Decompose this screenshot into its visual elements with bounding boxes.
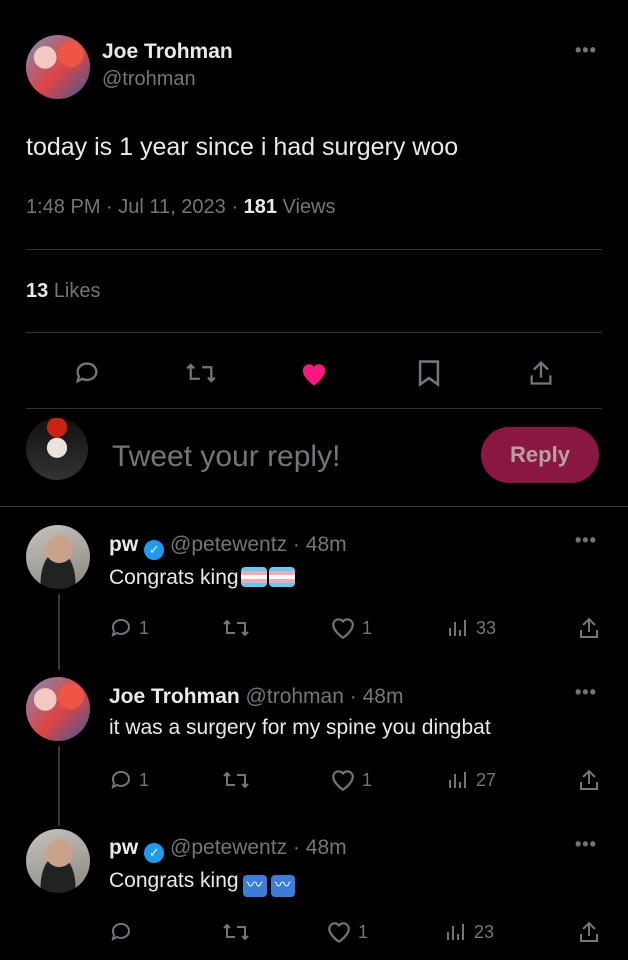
views-count-value: 33	[476, 617, 497, 638]
views-icon	[449, 620, 466, 636]
views-count: 181	[243, 196, 277, 218]
tweet-time[interactable]: 1:48 PM	[26, 196, 100, 218]
share-icon[interactable]	[524, 356, 558, 390]
retweet-icon	[223, 923, 249, 941]
views-count-value: 23	[474, 921, 495, 942]
reply-age[interactable]: 48m	[306, 533, 347, 556]
reply-author-name[interactable]: pw	[109, 836, 138, 859]
like-count-value: 1	[358, 921, 369, 942]
reply-icon[interactable]	[70, 356, 104, 390]
reply-header: pw ✓ @petewentz · 48m	[109, 533, 347, 560]
tweet-date[interactable]: Jul 11, 2023	[118, 196, 226, 218]
share-icon[interactable]	[575, 614, 603, 642]
verified-icon: ✓	[144, 843, 165, 863]
reply-icon	[111, 770, 130, 789]
trans-flag-emoji	[240, 567, 267, 587]
views-count[interactable]: 33	[446, 616, 496, 640]
reply-input[interactable]: Tweet your reply!	[112, 440, 462, 474]
reply-icon	[111, 618, 130, 637]
reply-count[interactable]	[109, 920, 133, 944]
views-count[interactable]: 27	[446, 768, 496, 792]
like-count-value: 1	[362, 617, 373, 638]
reply-header: pw ✓ @petewentz · 48m	[109, 836, 347, 863]
reply-text-content: Congrats king	[109, 869, 239, 892]
like-icon	[328, 922, 350, 944]
reply-author-name[interactable]: Joe Trohman	[109, 685, 240, 708]
like-count-value: 1	[362, 769, 373, 790]
more-icon[interactable]: •••	[575, 530, 597, 551]
reply-age[interactable]: 48m	[363, 685, 404, 708]
like-icon	[332, 770, 354, 792]
more-icon[interactable]: •••	[575, 682, 597, 703]
reply-icon	[111, 922, 130, 941]
bookmark-icon[interactable]	[412, 356, 446, 390]
more-icon[interactable]: •••	[575, 834, 597, 855]
like-icon	[332, 618, 354, 640]
likes-summary[interactable]: 13 Likes	[26, 280, 101, 303]
divider	[26, 408, 602, 409]
views-icon	[449, 772, 466, 788]
meta-separator: ·	[106, 196, 113, 218]
views-icon	[447, 924, 464, 940]
reply-text: Congrats king	[109, 566, 295, 590]
meta-separator: ·	[292, 533, 300, 556]
meta-separator: ·	[349, 685, 357, 708]
thread-line	[58, 594, 60, 670]
more-icon[interactable]: •••	[575, 40, 597, 61]
reply-button[interactable]: Reply	[481, 427, 599, 483]
views-label: Views	[282, 196, 336, 218]
share-icon[interactable]	[575, 918, 603, 946]
reply-author-handle[interactable]: @petewentz	[170, 836, 287, 859]
reply-author-name[interactable]: pw	[109, 533, 138, 556]
like-count[interactable]: 1	[330, 768, 372, 792]
thread-line	[58, 746, 60, 826]
dash-emoji: 〰	[242, 875, 267, 897]
author-name[interactable]: Joe Trohman	[102, 40, 233, 64]
meta-separator: ·	[231, 196, 239, 218]
likes-label: Likes	[53, 280, 101, 302]
retweet-icon	[223, 771, 249, 789]
trans-flag-emoji	[268, 567, 295, 587]
retweet-count[interactable]	[222, 768, 250, 792]
reply-age[interactable]: 48m	[306, 836, 347, 859]
author-handle[interactable]: @trohman	[102, 68, 196, 91]
reply-count-value: 1	[139, 769, 150, 790]
views-count-value: 27	[476, 769, 497, 790]
reply-count-value: 1	[139, 617, 150, 638]
divider	[26, 249, 602, 250]
like-count[interactable]: 1	[330, 616, 372, 640]
likes-count: 13	[26, 280, 49, 302]
like-count[interactable]: 1	[326, 920, 368, 944]
like-icon[interactable]	[297, 356, 331, 390]
reply-text: it was a surgery for my spine you dingba…	[109, 716, 491, 739]
retweet-count[interactable]	[222, 920, 250, 944]
reply-count[interactable]: 1	[109, 768, 149, 792]
reply-avatar[interactable]	[26, 829, 90, 893]
reply-text: Congrats king 〰〰	[109, 869, 295, 897]
meta-separator: ·	[292, 836, 300, 859]
reply-text-content: Congrats king	[109, 566, 239, 589]
reply-author-handle[interactable]: @trohman	[246, 685, 344, 708]
reply-header: Joe Trohman @trohman · 48m	[109, 685, 403, 709]
verified-icon: ✓	[144, 540, 165, 560]
reply-avatar[interactable]	[26, 525, 90, 589]
retweet-icon[interactable]	[183, 356, 219, 390]
share-icon[interactable]	[575, 766, 603, 794]
current-user-avatar[interactable]	[26, 418, 88, 480]
reply-avatar[interactable]	[26, 677, 90, 741]
divider	[26, 332, 602, 333]
dash-emoji: 〰	[270, 875, 295, 897]
reply-author-handle[interactable]: @petewentz	[170, 533, 287, 556]
tweet-text: today is 1 year since i had surgery woo	[26, 133, 459, 161]
divider	[0, 506, 628, 507]
views-count[interactable]: 23	[444, 920, 494, 944]
retweet-icon	[223, 619, 249, 637]
retweet-count[interactable]	[222, 616, 250, 640]
tweet-meta: 1:48 PM · Jul 11, 2023 · 181 Views	[26, 196, 336, 219]
reply-count[interactable]: 1	[109, 616, 149, 640]
author-avatar[interactable]	[26, 35, 90, 99]
